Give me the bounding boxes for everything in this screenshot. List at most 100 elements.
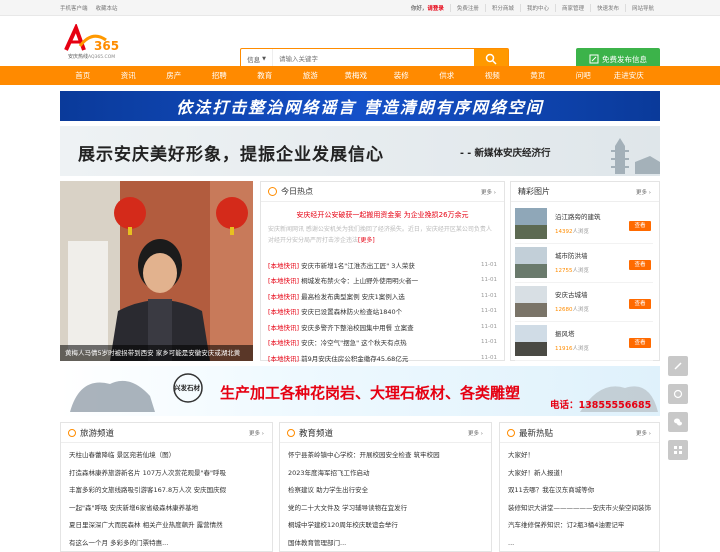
featured-pic-item[interactable]: 城市防洪墙 12755人浏览 查看	[515, 244, 653, 283]
photo-slider[interactable]: 黄梅人马倩5岁时被拐带到西安 家乡可能是安徽安庆或湖北黄	[60, 181, 253, 361]
latest-list-item[interactable]: 装修知识大讲堂——————安庆市火柴空间装饰	[508, 500, 651, 518]
latest-list-item[interactable]: 大家好！	[508, 447, 651, 465]
travel-list-item[interactable]: 有这么一个月 多彩多的门票特惠...	[69, 535, 264, 552]
nav-item[interactable]: 旅游	[288, 66, 334, 85]
featured-pic-name[interactable]: 安庆古城墙	[555, 289, 588, 299]
nav-item[interactable]: 教育	[242, 66, 288, 85]
travel-more-link[interactable]: 更多 ›	[249, 429, 264, 437]
featured-pics-more-label: 更多	[636, 190, 647, 196]
notice-banner[interactable]: 依法打击整治网络谣言 营造清朗有序网络空间	[60, 91, 660, 121]
nav-item[interactable]: 供求	[424, 66, 470, 85]
featured-pic-views: 11916人浏览	[555, 344, 589, 352]
latest-list-item[interactable]: 大家好！新人报道！	[508, 465, 651, 483]
promo-banner[interactable]: 展示安庆美好形象，提振企业发展信心 - - 新媒体安庆经济行	[60, 126, 660, 176]
edu-list-item[interactable]: 检察建议 助力学生出行安全	[288, 482, 483, 500]
slider-caption[interactable]: 黄梅人马倩5岁时被拐带到西安 家乡可能是安徽安庆或湖北黄	[60, 345, 253, 361]
hot-news-item[interactable]: [本地快讯]安庆多警齐下整治校园集中用餐 立案查11-01	[268, 319, 497, 335]
view-button[interactable]: 查看	[629, 299, 651, 309]
edu-list-item[interactable]: 2023年度海军招飞工作启动	[288, 465, 483, 483]
nav-item[interactable]: 招聘	[197, 66, 243, 85]
hot-news-item[interactable]: [本地快讯]安庆已设置森林防火检查站1840个11-01	[268, 304, 497, 320]
nav-item[interactable]: 房产	[151, 66, 197, 85]
nav-item[interactable]: 问吧	[561, 66, 607, 85]
latest-list-item[interactable]: 汽车维修保养知识：订2瓶3桶4油要记牢	[508, 517, 651, 535]
edu-more-link[interactable]: 更多 ›	[468, 429, 483, 437]
nav-item[interactable]: 首页	[60, 66, 106, 85]
featured-pics-more-link[interactable]: 更多 ›	[636, 188, 651, 196]
featured-pic-item[interactable]: 沿江路旁的建筑14392人浏览查看	[515, 205, 653, 244]
featured-pic-thumbnail[interactable]	[515, 247, 547, 278]
login-link[interactable]: 请登录	[427, 6, 444, 12]
view-button[interactable]: 查看	[629, 338, 651, 348]
my-center-menu[interactable]: 我的中心	[520, 4, 555, 12]
stone-ad-banner[interactable]: 兴发石材 生产加工各种花岗岩、大理石板材、各类雕塑 电话：13855556685	[60, 366, 660, 416]
travel-list-item[interactable]: 天柱山春蕾降临 景区宛若仙境（图）	[69, 447, 264, 465]
edu-list-item[interactable]: 国体教育管理部门...	[288, 535, 483, 552]
latest-posts-panel: 最新热贴 更多 › 大家好！大家好！新人报道！双11去哪？我在汉东商城等你装修知…	[499, 422, 660, 552]
travel-list-item[interactable]: 打造森林康养旅游新名片 107万人次赏花观景"春"呼吸	[69, 465, 264, 483]
travel-list-item[interactable]: 夏日里深深广大而民森林 相关产业热度飙升 露营情然	[69, 517, 264, 535]
featured-pic-name[interactable]: 振风塔	[555, 328, 575, 338]
site-nav-menu[interactable]: 网站导航	[625, 4, 660, 12]
latest-list-item[interactable]: 双11去哪？我在汉东商城等你	[508, 482, 651, 500]
view-button[interactable]: 查看	[629, 260, 651, 270]
comment-tool-button[interactable]	[668, 384, 688, 404]
hot-news-tag: [本地快讯]	[268, 306, 299, 316]
stone-ad-title: 生产加工各种花岗岩、大理石板材、各类雕塑	[220, 382, 520, 403]
featured-pic-item[interactable]: 振风塔 11916人浏览 查看	[515, 322, 653, 361]
hot-summary-more-link[interactable]: [更多]	[358, 237, 375, 244]
hot-news-item[interactable]: [本地快讯]前9月安庆住房公积金缴存45.68亿元11-01	[268, 350, 497, 366]
stone-ad-phone: 电话：13855556685	[550, 397, 651, 411]
hot-news-tag: [本地快讯]	[268, 291, 299, 301]
search-icon	[485, 53, 497, 65]
edu-list-item[interactable]: 怀宁县茶岭镇中心学校：开展校园安全检查 筑牢校园	[288, 447, 483, 465]
featured-pic-thumbnail[interactable]	[515, 208, 547, 239]
bookmark-link[interactable]: 收藏本站	[96, 4, 118, 12]
edu-list-item[interactable]: 党的二十大文件及 学习辅导读物在宜发行	[288, 500, 483, 518]
merchant-menu[interactable]: 商家管理	[555, 4, 590, 12]
quick-post-menu[interactable]: 快速发布	[590, 4, 625, 12]
hot-news-item[interactable]: [本地快讯]安庆：冷空气"摆急" 这个秋天有点热11-01	[268, 335, 497, 351]
latest-posts-header: 最新热贴 更多 ›	[500, 423, 659, 443]
hot-news-item[interactable]: [本地快讯]最高检发布典型案例 安庆1案例入选11-01	[268, 288, 497, 304]
featured-pic-thumbnail[interactable]	[515, 325, 547, 356]
featured-pic-view-suffix: 人浏览	[573, 229, 590, 235]
featured-pic-item[interactable]: 安庆古城墙12680人浏览查看	[515, 283, 653, 322]
nav-item[interactable]: 走进安庆	[606, 66, 652, 85]
featured-pic-views: 12755人浏览	[555, 266, 589, 274]
points-mall-link[interactable]: 积分商城	[485, 4, 520, 12]
featured-pic-name[interactable]: 城市防洪墙	[555, 250, 588, 260]
hot-news-more-label: 更多	[481, 190, 492, 196]
latest-more-link[interactable]: 更多 ›	[636, 429, 651, 437]
nav-item[interactable]: 装修	[379, 66, 425, 85]
hot-news-date: 11-01	[481, 277, 497, 283]
edu-list-item[interactable]: 桐城中学建校120周年校庆联谊会举行	[288, 517, 483, 535]
latest-more-label: 更多	[636, 431, 647, 437]
hot-news-more-link[interactable]: 更多 ›	[481, 188, 496, 196]
edu-more-label: 更多	[468, 431, 479, 437]
mobile-client-link[interactable]: 手机客户端	[60, 4, 88, 12]
hot-news-date: 11-01	[481, 293, 497, 299]
qrcode-tool-button[interactable]	[668, 440, 688, 460]
featured-pic-thumbnail[interactable]	[515, 286, 547, 317]
edit-tool-button[interactable]	[668, 356, 688, 376]
hot-news-tag: [本地快讯]	[268, 353, 299, 363]
chevron-right-icon: ›	[494, 190, 496, 196]
register-link[interactable]: 免费注册	[450, 4, 485, 12]
nav-item[interactable]: 黄页	[515, 66, 561, 85]
view-button[interactable]: 查看	[629, 221, 651, 231]
featured-pic-name[interactable]: 沿江路旁的建筑	[555, 211, 601, 221]
wechat-tool-button[interactable]	[668, 412, 688, 432]
travel-list-item[interactable]: 一起"森"呼吸 安庆新增6家省级森林康养基地	[69, 500, 264, 518]
featured-pic-view-count: 12680	[555, 307, 573, 313]
travel-list-item[interactable]: 丰富多彩的文旅线路吸引游客167.8万人次 安庆国庆假	[69, 482, 264, 500]
nav-item[interactable]: 视频	[470, 66, 516, 85]
latest-list-item[interactable]: ...	[508, 535, 651, 552]
hot-headline-link[interactable]: 安庆经开公安破获一起搬用资金案 为企业挽损26万余元	[261, 210, 504, 220]
nav-item[interactable]: 资讯	[106, 66, 152, 85]
site-logo[interactable]: 365 安庆热线 AQ365.COM	[62, 24, 128, 60]
hot-news-item[interactable]: [本地快讯]安庆市新增1名"江淮杰出工匠" 3人荣获11-01	[268, 257, 497, 273]
nav-item[interactable]: 黄梅戏	[333, 66, 379, 85]
hot-news-item[interactable]: [本地快讯]桐城发布禁火令：上山野外使用明火者一11-01	[268, 273, 497, 289]
chat-icon	[507, 429, 515, 437]
